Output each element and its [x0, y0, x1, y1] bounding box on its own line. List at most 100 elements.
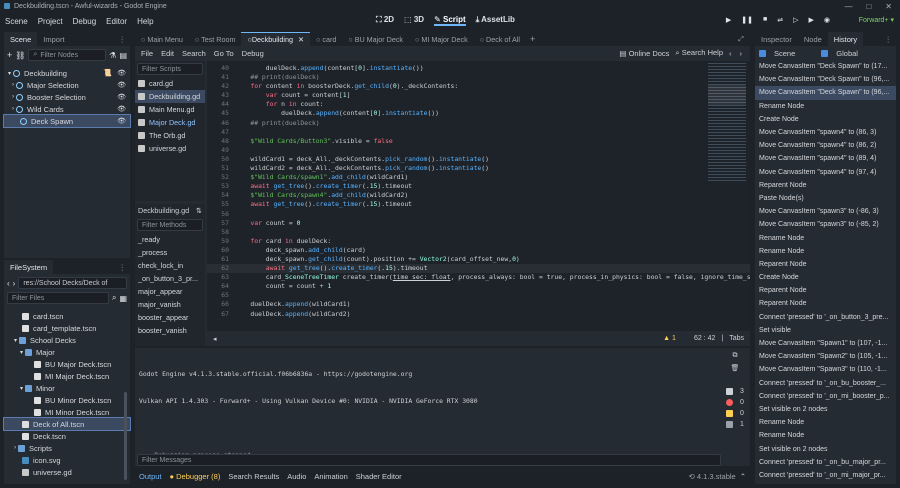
tab-history[interactable]: History: [827, 32, 864, 46]
file-item[interactable]: MI Minor Deck.tscn: [4, 406, 130, 418]
history-item[interactable]: Set visible on 2 nodes: [755, 403, 896, 416]
script-menu-debug[interactable]: Debug: [238, 49, 268, 58]
collapse-icon[interactable]: ▾: [8, 70, 11, 77]
pause-icon[interactable]: ❚❚: [741, 16, 753, 24]
menu-help[interactable]: Help: [132, 17, 158, 26]
visibility-icon[interactable]: 👁: [117, 105, 130, 113]
file-item[interactable]: icon.svg: [4, 454, 130, 466]
dock-menu-icon[interactable]: ⋮: [119, 263, 131, 272]
scene-node-root[interactable]: ▾ Deckbuilding 📜 👁: [4, 67, 130, 79]
history-item[interactable]: Move CanvasItem "spawn4" to (97, 4): [755, 166, 896, 179]
expand-icon[interactable]: ›: [12, 82, 14, 88]
history-item[interactable]: Set visible: [755, 324, 896, 337]
history-item[interactable]: Rename Node: [755, 245, 896, 258]
add-node-icon[interactable]: +: [7, 50, 12, 60]
file-item[interactable]: BU Major Deck.tscn: [4, 358, 130, 370]
script-menu-goto[interactable]: Go To: [210, 49, 238, 58]
filter-log-toggle[interactable]: 3: [726, 388, 744, 395]
menu-debug[interactable]: Debug: [68, 17, 102, 26]
folder-item[interactable]: › Scripts: [4, 442, 130, 454]
history-item[interactable]: Rename Node: [755, 100, 896, 113]
close-tab-icon[interactable]: ✕: [298, 35, 304, 44]
play-scene-icon[interactable]: ▷: [793, 16, 798, 24]
history-item[interactable]: Move CanvasItem "Deck Spawn" to (96,...: [755, 73, 896, 86]
history-item[interactable]: Create Node: [755, 113, 896, 126]
play-icon[interactable]: ▶: [726, 16, 731, 24]
history-item[interactable]: Create Node: [755, 271, 896, 284]
tab-deckbuilding[interactable]: ○ Deckbuilding ✕: [241, 32, 311, 46]
history-item[interactable]: Paste Node(s): [755, 192, 896, 205]
filter-options-icon[interactable]: ⚗: [109, 51, 116, 60]
link-icon[interactable]: ⛓: [15, 51, 25, 60]
dock-menu-icon[interactable]: ⋮: [885, 35, 897, 44]
script-attach-icon[interactable]: ▤: [119, 51, 127, 60]
history-item[interactable]: Rename Node: [755, 231, 896, 244]
method-item[interactable]: booster_vanish: [135, 324, 205, 337]
history-item[interactable]: Move CanvasItem "spawn4" to (86, 3): [755, 126, 896, 139]
method-item[interactable]: booster_appear: [135, 311, 205, 324]
script-menu-edit[interactable]: Edit: [157, 49, 178, 58]
tab-output[interactable]: Output: [135, 472, 166, 481]
tab-node[interactable]: Node: [798, 32, 828, 46]
tab-filesystem[interactable]: FileSystem: [4, 260, 54, 274]
history-item[interactable]: Rename Node: [755, 416, 896, 429]
clear-icon[interactable]: 🗑: [731, 364, 740, 372]
script-item[interactable]: Major Deck.gd: [135, 116, 205, 129]
tab-audio[interactable]: Audio: [283, 472, 310, 481]
folder-item[interactable]: ▾ Major: [4, 346, 130, 358]
path-field[interactable]: res://School Decks/Deck of: [18, 277, 127, 289]
code-editor[interactable]: 40 duelDeck.append(content[0].instantiat…: [207, 61, 750, 331]
script-icon[interactable]: 📜: [103, 69, 112, 77]
history-item[interactable]: Move CanvasItem "spawn3" to (-86, 3): [755, 205, 896, 218]
tab-deck-of-all[interactable]: ○ Deck of All: [474, 35, 526, 44]
history-item[interactable]: Reparent Node: [755, 284, 896, 297]
file-item-selected[interactable]: Deck of All.tscn: [3, 417, 131, 431]
history-item[interactable]: Connect 'pressed' to '_on_button_3_pre..…: [755, 311, 896, 324]
history-item[interactable]: Move CanvasItem "spawn4" to (89, 4): [755, 152, 896, 165]
checkbox-checked-icon[interactable]: [821, 49, 829, 57]
expand-icon[interactable]: ›: [12, 94, 14, 100]
tab-main-menu[interactable]: ○ Main Menu: [135, 35, 189, 44]
tab-import[interactable]: Import: [37, 32, 70, 46]
script-item[interactable]: card.gd: [135, 77, 205, 90]
method-item[interactable]: _ready: [135, 233, 205, 246]
history-global-toggle[interactable]: Global: [836, 49, 858, 58]
indent-mode[interactable]: Tabs: [729, 335, 744, 342]
tab-shader-editor[interactable]: Shader Editor: [352, 472, 406, 481]
script-item[interactable]: Main Menu.gd: [135, 103, 205, 116]
history-item[interactable]: Move CanvasItem "Spawn1" to (107, -1...: [755, 337, 896, 350]
history-item[interactable]: Move CanvasItem "spawn4" to (86, 2): [755, 139, 896, 152]
visibility-icon[interactable]: 👁: [117, 69, 126, 77]
distraction-free-icon[interactable]: ⤢: [738, 34, 750, 44]
tab-scene[interactable]: Scene: [4, 32, 38, 46]
code-minimap[interactable]: [708, 63, 746, 183]
stop-icon[interactable]: ■: [763, 16, 767, 24]
visibility-icon[interactable]: 👁: [117, 93, 130, 101]
file-item[interactable]: BU Minor Deck.tscn: [4, 394, 130, 406]
history-item[interactable]: Connect 'pressed' to '_on_mi_booster_p..…: [755, 390, 896, 403]
back-icon[interactable]: ‹: [7, 279, 10, 288]
visibility-icon[interactable]: 👁: [117, 81, 130, 89]
next-script-icon[interactable]: ›: [740, 49, 751, 58]
filter-scripts-input[interactable]: Filter Scripts: [137, 63, 203, 75]
workspace-script-button[interactable]: ✎ Script: [434, 15, 466, 26]
method-item[interactable]: _on_button_3_pr...: [135, 272, 205, 285]
toggle-bottom-panel-icon[interactable]: ⌃: [740, 472, 750, 481]
history-scene-toggle[interactable]: Scene: [774, 49, 795, 58]
history-item[interactable]: Reparent Node: [755, 179, 896, 192]
script-item[interactable]: universe.gd: [135, 142, 205, 155]
history-item[interactable]: Connect 'pressed' to '_on_bu_booster_...: [755, 377, 896, 390]
add-tab-icon[interactable]: +: [526, 34, 539, 44]
collapse-icon[interactable]: ▾: [20, 385, 23, 392]
collapse-icon[interactable]: ▾: [14, 337, 17, 344]
minimize-icon[interactable]: —: [844, 2, 852, 11]
workspace-3d-button[interactable]: ⬚ 3D: [404, 15, 424, 26]
filter-nodes-input[interactable]: ⌕ Filter Nodes: [28, 49, 107, 61]
history-item[interactable]: Reparent Node: [755, 297, 896, 310]
script-menu-search[interactable]: Search: [178, 49, 210, 58]
tab-mi-major-deck[interactable]: ○ MI Major Deck: [409, 35, 474, 44]
history-item[interactable]: Move CanvasItem "Deck Spawn" to (96,...: [755, 86, 896, 100]
file-item[interactable]: Deck.tscn: [4, 430, 130, 442]
tab-animation[interactable]: Animation: [310, 472, 351, 481]
history-item[interactable]: Connect 'pressed' to '_on_mi_major_pr...: [755, 469, 896, 482]
